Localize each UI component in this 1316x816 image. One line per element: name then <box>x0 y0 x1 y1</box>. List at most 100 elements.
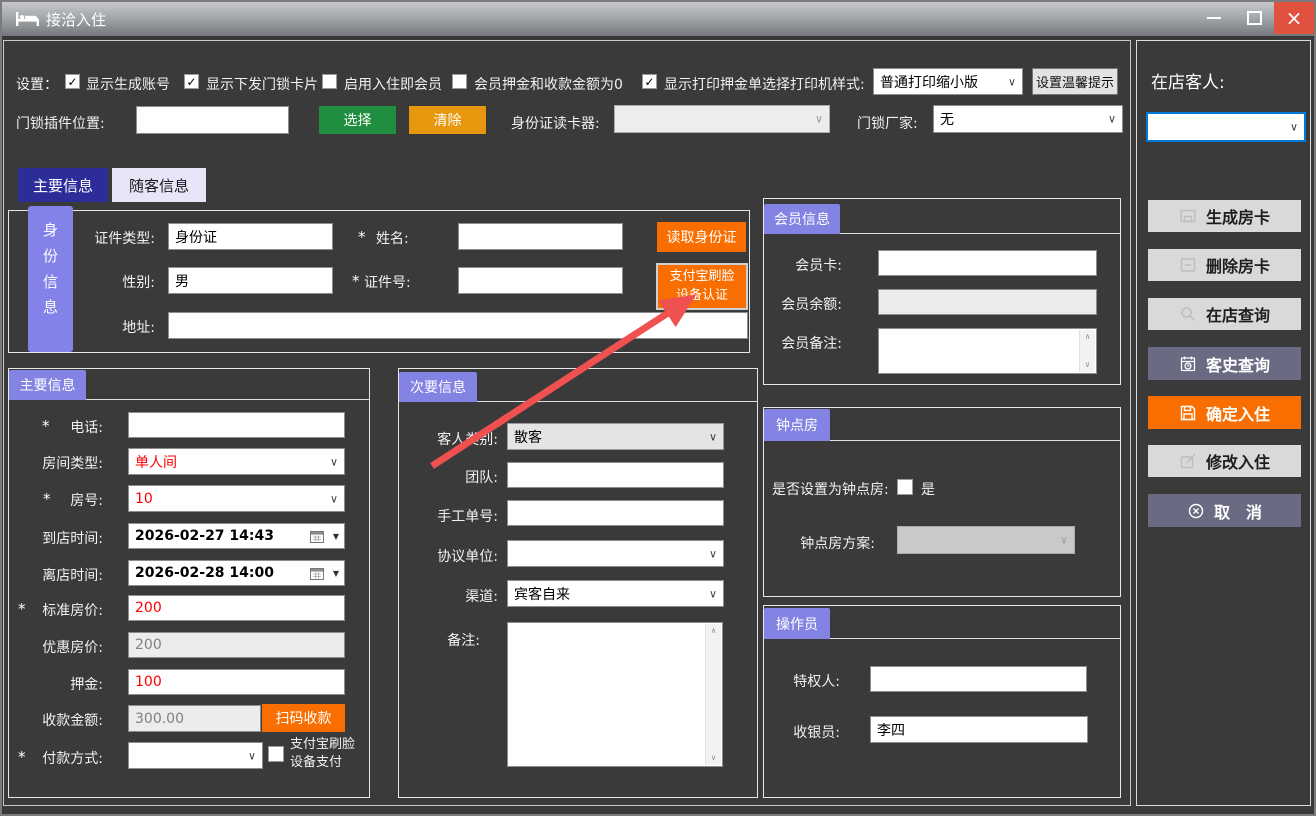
guest-type-select[interactable]: 散客 ∨ <box>507 423 724 450</box>
scrollbar[interactable]: ∧ ∨ <box>1079 330 1095 372</box>
checkbox-label: 显示生成账号 <box>86 74 170 94</box>
cashier-label: 收银员: <box>770 722 840 742</box>
hourly-question-label: 是否设置为钟点房: <box>772 479 889 499</box>
choose-button[interactable]: 选择 <box>319 106 396 134</box>
alipay-face-pay-checkbox[interactable] <box>268 746 284 762</box>
maximize-button[interactable] <box>1236 0 1272 36</box>
save-icon <box>1179 404 1197 422</box>
in-store-guest-select[interactable]: ∨ <box>1146 112 1306 142</box>
chevron-down-icon: ∨ <box>709 548 717 559</box>
room-no-select[interactable]: 10 ∨ <box>128 485 345 512</box>
team-input[interactable] <box>507 462 724 488</box>
scroll-up-icon[interactable]: ∧ <box>711 627 717 635</box>
close-icon: × <box>1286 6 1303 30</box>
phone-input[interactable] <box>128 412 345 438</box>
std-price-label: 标准房价: <box>30 600 103 620</box>
minimize-button[interactable] <box>1196 0 1232 36</box>
agreement-unit-select[interactable]: ∨ <box>507 540 724 567</box>
id-no-label: 证件号: <box>364 272 411 292</box>
checkbox-member-zero-amount[interactable] <box>452 74 467 89</box>
deposit-input[interactable]: 100 <box>128 669 345 695</box>
modify-checkin-button[interactable]: 修改入住 <box>1148 445 1301 477</box>
printer-style-value: 普通打印缩小版 <box>880 72 978 92</box>
tab-guest-info[interactable]: 随客信息 <box>112 168 206 202</box>
card-delete-icon <box>1179 256 1197 274</box>
remark-textarea[interactable]: ∧ ∨ <box>507 622 723 767</box>
cashier-input[interactable]: 李四 <box>870 716 1088 743</box>
discount-price-label: 优惠房价: <box>30 637 103 657</box>
scroll-down-icon[interactable]: ∨ <box>1085 361 1091 369</box>
hourly-yes-checkbox[interactable] <box>897 479 913 495</box>
gender-input[interactable]: 男 <box>168 267 333 294</box>
divider <box>477 401 757 402</box>
gender-label: 性别: <box>60 272 155 292</box>
calendar-dropdown-icon: ▼ <box>333 569 339 578</box>
std-price-input[interactable]: 200 <box>128 595 345 621</box>
leave-time-input[interactable]: 2026-02-28 14:00 ▼ <box>128 560 345 586</box>
address-input[interactable] <box>168 312 748 339</box>
lock-vendor-label: 门锁厂家: <box>857 113 918 133</box>
checkbox-label: 会员押金和收款金额为0 <box>474 74 623 94</box>
guest-history-query-button[interactable]: 客史查询 <box>1148 347 1301 380</box>
checkbox-show-generate-account[interactable]: ✓ <box>65 74 80 89</box>
member-card-input[interactable] <box>878 250 1097 276</box>
member-card-label: 会员卡: <box>770 255 842 275</box>
scan-pay-button[interactable]: 扫码收款 <box>262 704 345 732</box>
scrollbar[interactable]: ∧ ∨ <box>705 624 721 765</box>
cancel-icon <box>1187 502 1205 520</box>
lock-plugin-input[interactable] <box>136 106 289 134</box>
manual-no-label: 手工单号: <box>420 506 498 526</box>
channel-select[interactable]: 宾客自来 ∨ <box>507 580 724 607</box>
edit-icon <box>1179 452 1197 470</box>
lock-vendor-select[interactable]: 无 ∨ <box>933 105 1123 133</box>
confirm-checkin-button[interactable]: 确定入住 <box>1148 396 1301 429</box>
member-remark-textarea[interactable]: ∧ ∨ <box>878 328 1097 374</box>
check-icon: ✓ <box>186 76 196 88</box>
pay-method-select[interactable]: ∨ <box>128 742 263 769</box>
amount-input: 300.00 <box>128 705 261 732</box>
operator-header: 操作员 <box>764 608 830 639</box>
close-button[interactable]: × <box>1274 2 1314 34</box>
generate-room-card-button[interactable]: 生成房卡 <box>1148 200 1301 232</box>
name-input[interactable] <box>458 223 623 250</box>
printer-style-select[interactable]: 普通打印缩小版 ∨ <box>873 68 1023 95</box>
cancel-button[interactable]: 取 消 <box>1148 494 1301 527</box>
alipay-face-pay-label: 支付宝刷脸 设备支付 <box>290 736 355 772</box>
read-id-button[interactable]: 读取身份证 <box>657 222 746 252</box>
chevron-down-icon: ∨ <box>1060 534 1068 545</box>
clear-button[interactable]: 清除 <box>409 106 486 134</box>
agreement-unit-label: 协议单位: <box>420 546 498 566</box>
member-balance-input <box>878 289 1097 315</box>
checkbox-show-lock-card[interactable]: ✓ <box>184 74 199 89</box>
delete-room-card-button[interactable]: 删除房卡 <box>1148 249 1301 281</box>
privileged-input[interactable] <box>870 666 1087 692</box>
tab-main-info[interactable]: 主要信息 <box>18 168 108 202</box>
bed-icon <box>16 11 39 27</box>
amount-label: 收款金额: <box>30 710 103 730</box>
in-store-query-button[interactable]: 在店查询 <box>1148 298 1301 330</box>
manual-no-input[interactable] <box>507 500 724 526</box>
check-icon: ✓ <box>67 76 77 88</box>
doc-type-label: 证件类型: <box>60 228 155 248</box>
id-reader-select[interactable]: ∨ <box>614 105 830 133</box>
calendar-icon <box>310 530 324 543</box>
checkbox-label: 显示下发门锁卡片 <box>206 74 318 94</box>
maximize-icon <box>1247 11 1262 25</box>
warm-tips-button[interactable]: 设置温馨提示 <box>1032 68 1118 95</box>
arrive-time-input[interactable]: 2026-02-27 14:43 ▼ <box>128 523 345 549</box>
scroll-up-icon[interactable]: ∧ <box>1085 333 1091 341</box>
doc-type-input[interactable]: 身份证 <box>168 223 333 250</box>
checkbox-label: 显示打印押金单 <box>664 74 762 94</box>
room-type-select[interactable]: 单人间 ∨ <box>128 448 345 475</box>
calendar-dropdown-icon: ▼ <box>333 532 339 541</box>
checkbox-print-deposit-slip[interactable]: ✓ <box>642 74 657 89</box>
title-bar: 接洽入住 × <box>0 0 1316 37</box>
scroll-down-icon[interactable]: ∨ <box>711 754 717 762</box>
divider <box>830 440 1120 441</box>
room-type-label: 房间类型: <box>30 453 103 473</box>
id-no-input[interactable] <box>458 267 623 294</box>
name-label: 姓名: <box>376 228 409 248</box>
alipay-face-auth-button[interactable]: 支付宝刷脸 设备认证 <box>656 263 748 310</box>
chevron-down-icon: ∨ <box>1290 121 1298 132</box>
checkbox-checkin-as-member[interactable] <box>322 74 337 89</box>
